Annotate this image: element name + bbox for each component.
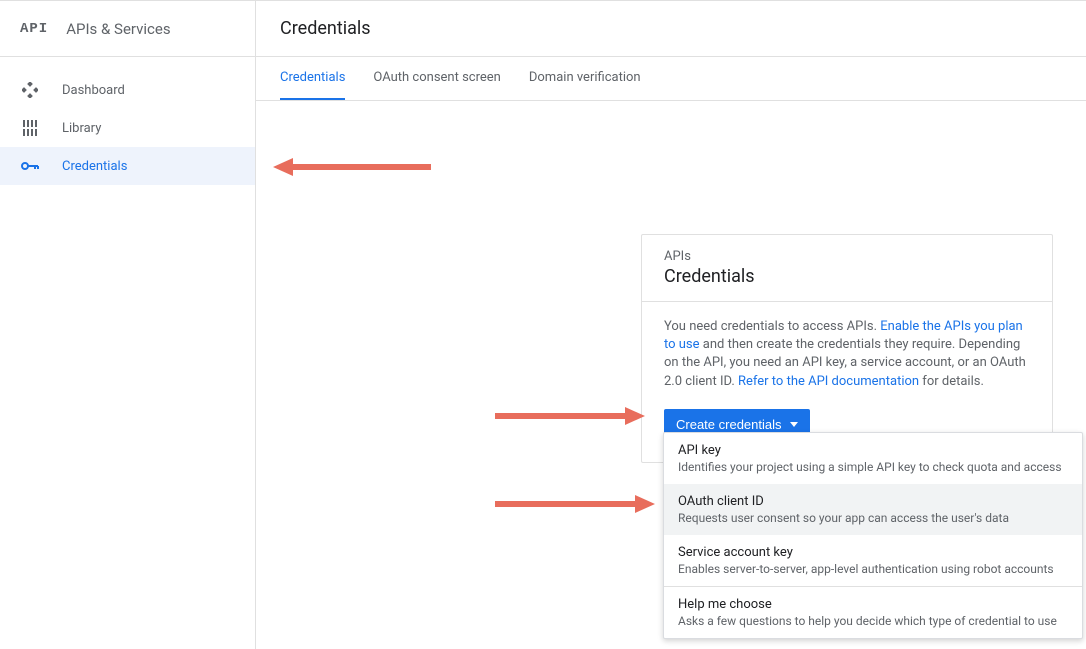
card-text: for details. xyxy=(919,374,984,389)
menu-item-api-key[interactable]: API key Identifies your project using a … xyxy=(664,433,1082,484)
tab-label: OAuth consent screen xyxy=(373,70,500,85)
sidebar-section-title: APIs & Services xyxy=(66,20,170,38)
create-credentials-menu: API key Identifies your project using a … xyxy=(663,432,1083,639)
dashboard-icon xyxy=(20,82,40,98)
card-title: Credentials xyxy=(664,266,1030,287)
sidebar-item-library[interactable]: Library xyxy=(0,109,255,147)
nav-label: Library xyxy=(62,121,101,136)
credentials-card: APIs Credentials You need credentials to… xyxy=(641,234,1053,463)
sidebar-item-credentials[interactable]: Credentials xyxy=(0,147,255,185)
menu-item-service-account-key[interactable]: Service account key Enables server-to-se… xyxy=(664,535,1082,586)
chevron-down-icon xyxy=(790,422,798,427)
tab-domain-verification[interactable]: Domain verification xyxy=(529,57,641,100)
tabs: Credentials OAuth consent screen Domain … xyxy=(256,57,1086,101)
main-header: Credentials xyxy=(256,1,1086,57)
menu-item-title: API key xyxy=(678,443,1068,458)
tab-credentials[interactable]: Credentials xyxy=(280,57,345,100)
tab-oauth-consent[interactable]: OAuth consent screen xyxy=(373,57,500,100)
nav-label: Dashboard xyxy=(62,83,125,98)
menu-item-subtitle: Enables server-to-server, app-level auth… xyxy=(678,562,1068,576)
menu-item-subtitle: Requests user consent so your app can ac… xyxy=(678,511,1068,525)
sidebar-header: API APIs & Services xyxy=(0,1,255,57)
menu-item-title: Help me choose xyxy=(678,597,1068,612)
button-label: Create credentials xyxy=(676,417,782,432)
api-logo: API xyxy=(20,21,48,37)
page-title: Credentials xyxy=(280,18,371,39)
card-text: You need credentials to access APIs. xyxy=(664,319,880,334)
library-icon xyxy=(20,120,40,136)
sidebar-item-dashboard[interactable]: Dashboard xyxy=(0,71,255,109)
menu-item-subtitle: Asks a few questions to help you decide … xyxy=(678,614,1068,628)
api-docs-link[interactable]: Refer to the API documentation xyxy=(738,374,919,389)
tab-label: Domain verification xyxy=(529,70,641,85)
card-header: APIs Credentials xyxy=(642,235,1052,302)
sidebar-nav: Dashboard Library Credentials xyxy=(0,57,255,185)
menu-item-subtitle: Identifies your project using a simple A… xyxy=(678,460,1068,474)
key-icon xyxy=(20,161,40,171)
tab-label: Credentials xyxy=(280,70,345,85)
menu-item-help-me-choose[interactable]: Help me choose Asks a few questions to h… xyxy=(664,587,1082,638)
nav-label: Credentials xyxy=(62,159,127,174)
menu-item-oauth-client-id[interactable]: OAuth client ID Requests user consent so… xyxy=(664,484,1082,535)
sidebar: API APIs & Services Dashboard Library xyxy=(0,1,256,649)
card-eyebrow: APIs xyxy=(664,249,1030,264)
menu-item-title: OAuth client ID xyxy=(678,494,1068,509)
menu-item-title: Service account key xyxy=(678,545,1068,560)
